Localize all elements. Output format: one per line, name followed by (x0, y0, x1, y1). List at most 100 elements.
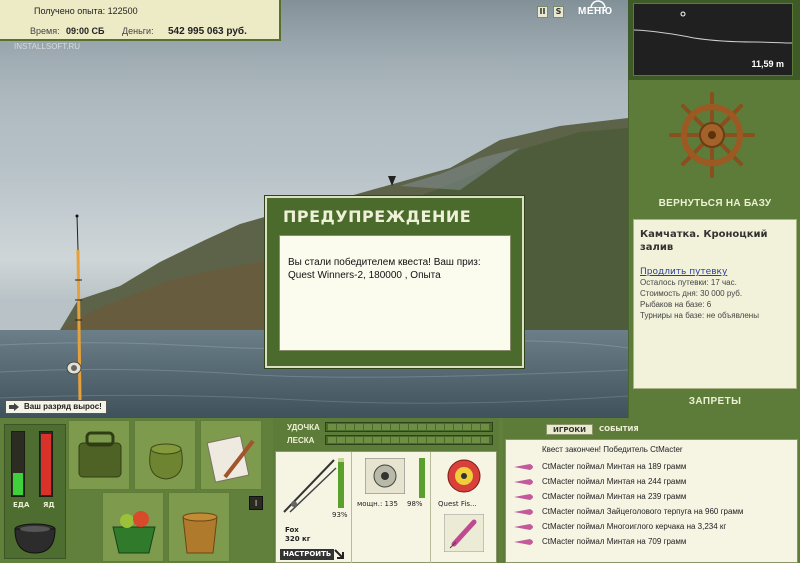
line-slot[interactable]: Quest Fis... (432, 452, 498, 563)
chat-message: CtMacter поймал Зайцеголового терпуга на… (510, 504, 797, 519)
tension-segment (346, 424, 354, 430)
tension-segment (463, 424, 471, 430)
tab-players[interactable]: ИГРОКИ (546, 424, 593, 435)
rank-up-notice: Ваш разряд вырос! (5, 400, 107, 414)
pause-button[interactable]: II (537, 6, 548, 18)
tension-segment (409, 424, 417, 430)
line-tension-bar (325, 435, 493, 445)
fish-icon (514, 494, 533, 500)
dialog-message: Вы стали победителем квеста! Ваш приз: Q… (279, 235, 511, 351)
tension-segment (355, 424, 363, 430)
chat-message-text: CtMacter поймал Зайцеголового терпуга на… (542, 507, 744, 516)
tournaments-status: Турниры на базе: не объявлены (640, 311, 759, 320)
reel-icon (365, 458, 405, 494)
watermark: INSTALLSOFT.RU (14, 42, 81, 51)
chat-message-text: CtMacter поймал Минтая на 709 грамм (542, 537, 687, 546)
tension-segment (436, 424, 444, 430)
time-label: Время: (30, 26, 60, 36)
chat-message: CtMacter поймал Минтая на 244 грамм (510, 474, 797, 489)
net-bag-slot[interactable] (134, 420, 196, 490)
warning-dialog[interactable]: ПРЕДУПРЕЖДЕНИЕ Вы стали победителем квес… (265, 196, 524, 368)
needs-meters: ЕДА ЯД (4, 424, 66, 559)
drink-meter-fill (41, 434, 51, 495)
experience-text: Получено опыта: 122500 (34, 6, 138, 16)
location-info: Камчатка. Кроноцкий залив Продлить путев… (633, 219, 797, 389)
rod-slot[interactable]: 93% Fox 320 кг НАСТРОИТЬ (276, 452, 352, 563)
money-value: 542 995 063 руб. (168, 26, 247, 37)
tension-segment (445, 424, 453, 430)
notes-slot[interactable] (200, 420, 262, 490)
drink-label: ЯД (43, 501, 55, 509)
rod-durability-bar (338, 458, 344, 508)
rod-weight: 320 кг (285, 535, 311, 543)
bans-button[interactable]: ЗАПРЕТЫ (629, 396, 800, 407)
rod-tension-bar (325, 422, 493, 432)
bucket-icon (182, 512, 218, 554)
tension-segment (427, 424, 435, 430)
chat-message: CtMacter поймал Многоиглого керчака на 3… (510, 519, 797, 534)
cauldron-icon[interactable] (11, 517, 59, 557)
chat-message: CtMacter поймал Минтая на 709 грамм (510, 534, 797, 549)
tension-segment (481, 437, 489, 443)
bag-icon (78, 431, 122, 478)
tension-segment (373, 424, 381, 430)
tension-segment (454, 437, 462, 443)
money-label: Деньги: (122, 26, 154, 36)
setup-button[interactable]: НАСТРОИТЬ (280, 549, 335, 560)
line-name: Quest Fis... (438, 500, 477, 508)
dialog-title: ПРЕДУПРЕЖДЕНИЕ (283, 207, 472, 226)
chat-message: CtMacter поймал Минтая на 239 грамм (510, 489, 797, 504)
food-label: ЕДА (13, 501, 30, 509)
tension-segment (436, 437, 444, 443)
permit-remaining: Осталось путевки: 17 час. (640, 278, 737, 287)
sound-button[interactable]: S (553, 6, 564, 18)
tackle-bag-slot[interactable] (68, 420, 130, 490)
rank-up-text: Ваш разряд вырос! (24, 402, 102, 411)
tension-segment (409, 437, 417, 443)
reel-slot[interactable]: мощн.: 135 98% (353, 452, 431, 563)
rod-label: УДОЧКА (287, 423, 320, 432)
tension-segment (382, 424, 390, 430)
depth-value: 11,59 m (751, 59, 784, 69)
menu-button[interactable]: МЕНЮ (578, 6, 613, 17)
ship-wheel-icon[interactable] (669, 92, 755, 178)
reel-durability-percent: 98% (407, 500, 423, 508)
tension-segment (391, 437, 399, 443)
lure-icon[interactable] (444, 514, 484, 552)
fish-icon (514, 524, 533, 530)
tension-segment (454, 424, 462, 430)
notebook-icon (206, 435, 255, 483)
tab-events[interactable]: СОБЫТИЯ (599, 424, 639, 435)
rod-durability-percent: 93% (332, 511, 348, 519)
tension-segment (418, 437, 426, 443)
tension-segment (427, 437, 435, 443)
tension-segment (382, 437, 390, 443)
tension-segment (418, 424, 426, 430)
tension-segment (472, 437, 480, 443)
tension-segment (400, 437, 408, 443)
slot-page-button[interactable]: I (249, 496, 263, 510)
fish-icon (514, 464, 533, 470)
tension-segment (400, 424, 408, 430)
tackle-equipment: 93% Fox 320 кг НАСТРОИТЬ мощн.: 135 98% … (275, 451, 497, 563)
chat-panel: ИГРОКИ СОБЫТИЯ Квест закончен! Победител… (503, 418, 800, 563)
depth-meter: 11,59 m (633, 3, 793, 76)
tension-segment (463, 437, 471, 443)
bucket-slot[interactable] (168, 492, 230, 562)
tension-segment (373, 437, 381, 443)
player-stats-panel: Получено опыта: 122500 Время: 09:00 СБ Д… (0, 0, 281, 41)
drink-meter (39, 431, 53, 497)
fish-icon (514, 539, 533, 545)
arrow-down-right-icon[interactable] (334, 549, 346, 561)
tension-segment (364, 424, 372, 430)
food-basket-slot[interactable] (102, 492, 164, 562)
extend-permit-link[interactable]: Продлить путевку (640, 267, 790, 277)
chat-message-text: CtMacter поймал Минтая на 189 грамм (542, 462, 687, 471)
fishers-count: Рыбаков на базе: 6 (640, 300, 712, 309)
chat-log[interactable]: Квест закончен! Победитель CtMacter CtMa… (505, 439, 798, 563)
tension-segment (328, 437, 336, 443)
return-to-base-button[interactable]: ВЕРНУТЬСЯ НА БАЗУ (629, 198, 800, 209)
fish-icon (514, 509, 533, 515)
reel-durability-bar (419, 458, 425, 498)
food-meter (11, 431, 25, 497)
